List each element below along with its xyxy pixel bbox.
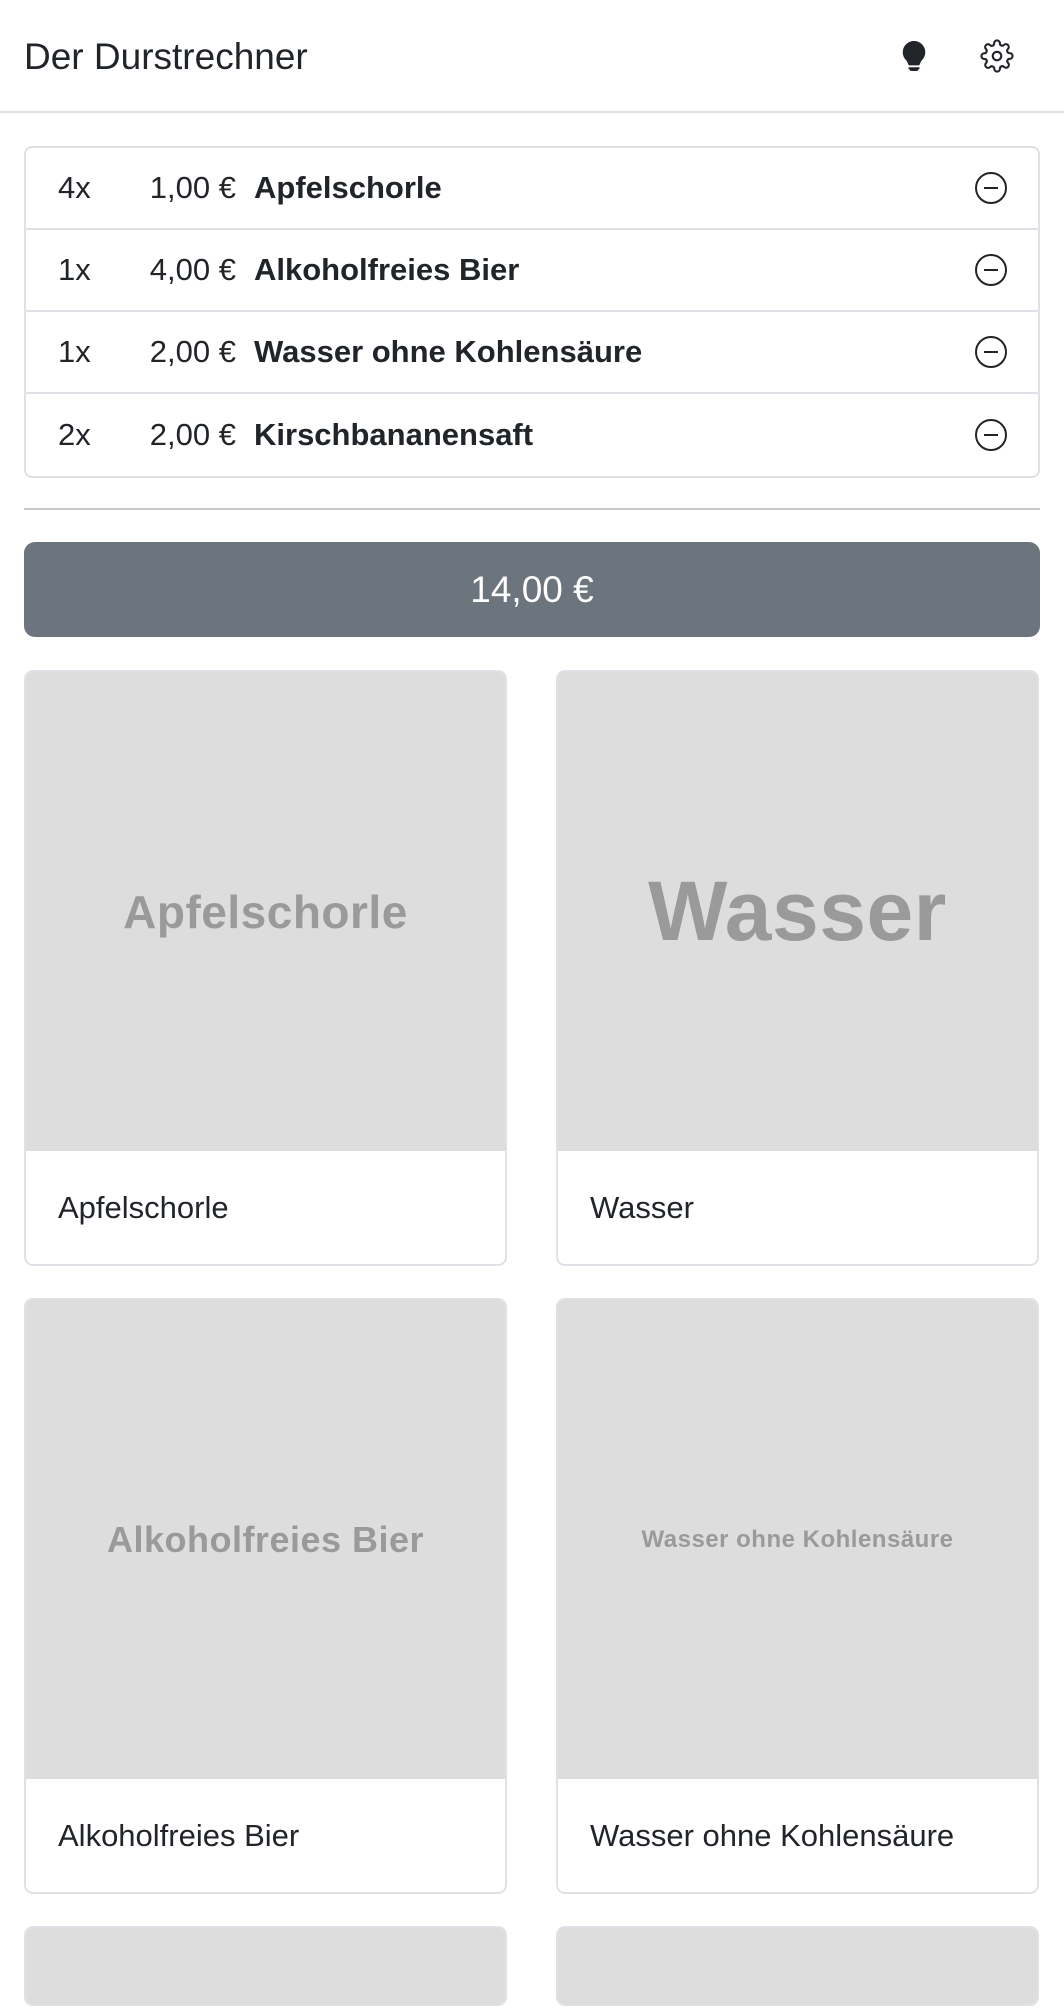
product-card-alkoholfreies-bier[interactable]: Alkoholfreies Bier Alkoholfreies Bier <box>24 1298 507 1894</box>
product-image-placeholder: Wasser ohne Kohlensäure <box>558 1300 1037 1779</box>
gear-icon[interactable] <box>975 34 1019 78</box>
product-image-placeholder: Wasser <box>558 672 1037 1151</box>
total-button[interactable]: 14,00 € <box>24 542 1040 637</box>
product-label: Alkoholfreies Bier <box>58 1817 300 1853</box>
product-card-apfelschorle[interactable]: Apfelschorle Apfelschorle <box>24 670 507 1266</box>
order-item-quantity: 2x <box>58 417 91 452</box>
product-label: Wasser ohne Kohlensäure <box>590 1817 955 1853</box>
order-item-name: Apfelschorle <box>254 170 442 205</box>
order-item-price: 4,00 € <box>149 252 236 287</box>
order-list: 4x 1,00 € Apfelschorle 1x 4,00 € Alkohol… <box>24 146 1040 478</box>
minus-circle-icon[interactable] <box>974 418 1008 452</box>
order-item-name: Kirschbananensaft <box>254 417 534 452</box>
minus-circle-icon[interactable] <box>974 335 1008 369</box>
order-item-price: 2,00 € <box>149 334 236 369</box>
order-item-quantity: 4x <box>58 170 91 205</box>
product-image-placeholder: Alkoholfreies Bier <box>26 1300 505 1779</box>
minus-circle-icon[interactable] <box>974 253 1008 287</box>
product-label: Apfelschorle <box>58 1189 229 1225</box>
app-title[interactable]: Der Durstrechner <box>24 34 308 80</box>
divider <box>24 508 1040 510</box>
order-item-quantity: 1x <box>58 334 91 369</box>
product-image-placeholder: Apfelschorle <box>26 672 505 1151</box>
order-item: 1x 4,00 € Alkoholfreies Bier <box>26 230 1038 312</box>
order-item-price: 2,00 € <box>149 417 236 452</box>
product-card[interactable] <box>556 1926 1039 2006</box>
order-item-name: Alkoholfreies Bier <box>254 252 520 287</box>
order-item-quantity: 1x <box>58 252 91 287</box>
order-item-price: 1,00 € <box>149 170 236 205</box>
order-item: 2x 2,00 € Kirschbananensaft <box>26 394 1038 476</box>
product-label: Wasser <box>590 1189 694 1225</box>
order-item-name: Wasser ohne Kohlensäure <box>254 334 643 369</box>
lightbulb-icon[interactable] <box>892 34 936 78</box>
product-card[interactable] <box>24 1926 507 2006</box>
product-card-wasser-ohne-kohlensaeure[interactable]: Wasser ohne Kohlensäure Wasser ohne Kohl… <box>556 1298 1039 1894</box>
order-item: 4x 1,00 € Apfelschorle <box>26 148 1038 230</box>
product-image-placeholder <box>558 1928 1037 2004</box>
navbar: Der Durstrechner <box>0 0 1064 113</box>
minus-circle-icon[interactable] <box>974 171 1008 205</box>
product-card-wasser[interactable]: Wasser Wasser <box>556 670 1039 1266</box>
order-item: 1x 2,00 € Wasser ohne Kohlensäure <box>26 312 1038 394</box>
product-image-placeholder <box>26 1928 505 2004</box>
